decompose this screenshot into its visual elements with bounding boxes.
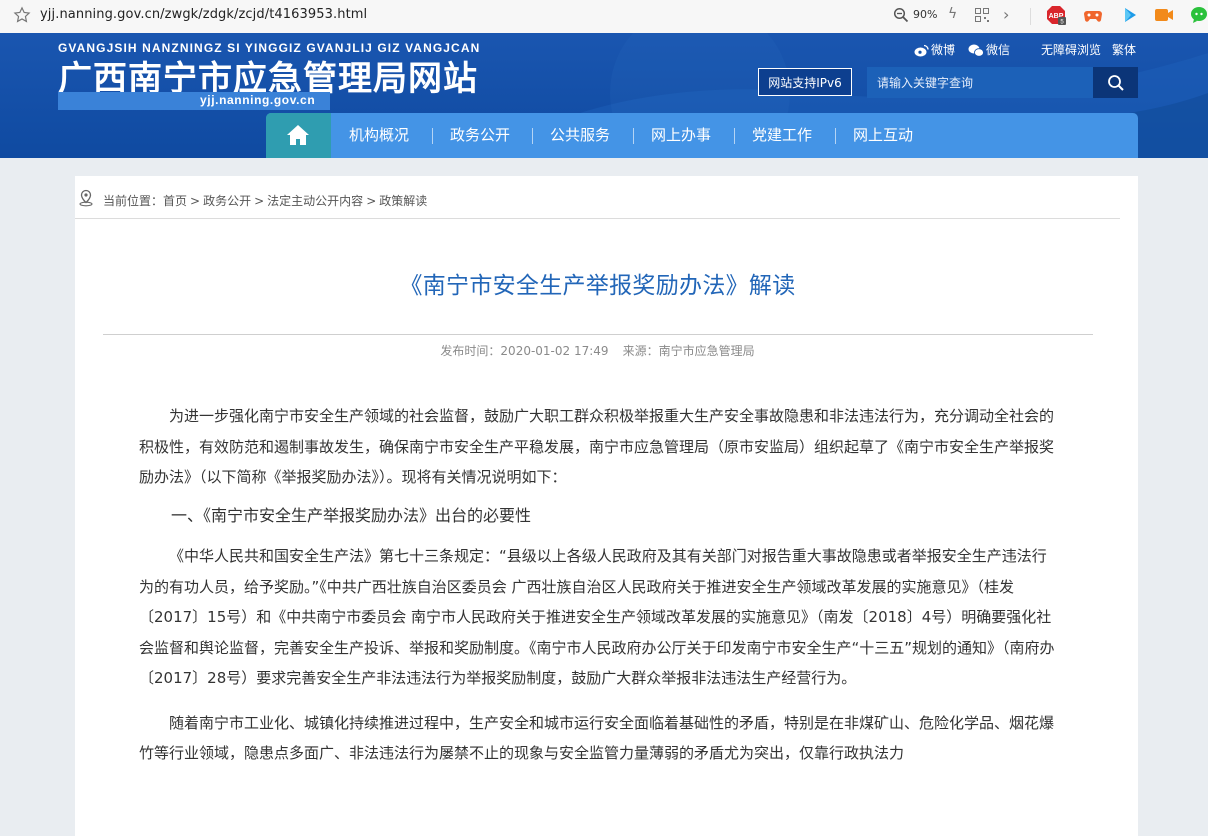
- location-pin-icon: [79, 189, 93, 207]
- browser-toolbar: yjj.nanning.gov.cn/zwgk/zdgk/zcjd/t41639…: [0, 0, 1208, 34]
- article-panel: 当前位置：首页 > 政务公开 > 法定主动公开内容 > 政策解读 《南宁市安全生产举报奖励办…: [75, 176, 1138, 836]
- ipv6-badge[interactable]: 网站支持IPv6: [758, 68, 852, 96]
- wechat-extension-icon[interactable]: [1190, 5, 1208, 25]
- game-extension-icon[interactable]: [1083, 5, 1103, 25]
- next-icon[interactable]: ›: [1003, 5, 1009, 24]
- zoom-level[interactable]: 90%: [913, 8, 937, 21]
- breadcrumb-home[interactable]: 首页: [163, 194, 187, 208]
- nav-divider: [734, 128, 735, 144]
- nav-divider: [633, 128, 634, 144]
- article-title: 《南宁市安全生产举报奖励办法》解读: [399, 273, 796, 299]
- nav-divider: [532, 128, 533, 144]
- nav-item-party-building[interactable]: 党建工作: [752, 113, 812, 158]
- site-domain: yjj.nanning.gov.cn: [200, 93, 316, 107]
- nav-divider: [835, 128, 836, 144]
- breadcrumb-label: 当前位置：: [103, 194, 164, 208]
- search-input[interactable]: [867, 67, 1093, 98]
- paragraph: 《中华人民共和国安全生产法》第七十三条规定：“县级以上各级人民政府及其有关部门对…: [139, 547, 1055, 687]
- search-icon: [1107, 74, 1124, 91]
- toolbar-divider: [1030, 8, 1031, 25]
- nav-item-interaction[interactable]: 网上互动: [853, 113, 913, 158]
- weixin-label: 微信: [986, 43, 1011, 57]
- address-bar-url[interactable]: yjj.nanning.gov.cn/zwgk/zdgk/zcjd/t41639…: [40, 7, 367, 22]
- breadcrumb-separator: >: [254, 194, 265, 208]
- nav-item-online-service[interactable]: 网上办事: [651, 113, 711, 158]
- weibo-label: 微博: [931, 43, 956, 57]
- breadcrumb-policy-reading[interactable]: 政策解读: [379, 194, 427, 208]
- breadcrumb-public-content[interactable]: 法定主动公开内容: [267, 194, 363, 208]
- weibo-icon: [914, 44, 929, 57]
- nav-divider: [432, 128, 433, 144]
- title-divider: [103, 334, 1093, 335]
- accessibility-link[interactable]: 无障碍浏览: [1041, 41, 1101, 58]
- bolt-icon[interactable]: ϟ: [948, 6, 957, 22]
- home-icon: [287, 125, 309, 145]
- article-meta: 发布时间：2020-01-02 17:49 来源：南宁市应急管理局: [75, 342, 1120, 359]
- nav-item-gov-affairs[interactable]: 政务公开: [450, 113, 510, 158]
- weixin-link[interactable]: 微信: [968, 41, 1010, 58]
- breadcrumb-row: 当前位置：首页 > 政务公开 > 法定主动公开内容 > 政策解读: [75, 176, 1120, 219]
- wechat-icon: [968, 44, 984, 57]
- nav-home[interactable]: [266, 113, 331, 158]
- breadcrumb: 当前位置：首页 > 政务公开 > 法定主动公开内容 > 政策解读: [103, 192, 427, 209]
- weibo-link[interactable]: 微博: [914, 41, 955, 58]
- search-button[interactable]: [1093, 67, 1138, 98]
- article-body: 为进一步强化南宁市安全生产领域的社会监督，鼓励广大职工群众积极举报重大生产安全事…: [139, 401, 1059, 769]
- paragraph: 随着南宁市工业化、城镇化持续推进过程中，生产安全和城市运行安全面临着基础性的矛盾…: [139, 713, 1055, 763]
- site-header: GVANGJSIH NANZNINGZ SI YINGGIZ GVANJLIJ …: [0, 33, 1208, 158]
- nav-item-public-service[interactable]: 公共服务: [550, 113, 610, 158]
- star-icon[interactable]: [13, 6, 31, 24]
- traditional-chinese-link[interactable]: 繁体: [1112, 41, 1136, 58]
- nav-item-org[interactable]: 机构概况: [349, 113, 409, 158]
- video-extension-icon[interactable]: [1154, 5, 1174, 25]
- publish-time: 发布时间：2020-01-02 17:49: [440, 344, 609, 358]
- play-extension-icon[interactable]: [1120, 5, 1140, 25]
- breadcrumb-separator: >: [190, 194, 201, 208]
- main-nav: 机构概况 政务公开 公共服务 网上办事 党建工作 网上互动: [266, 113, 1138, 158]
- breadcrumb-gov-affairs[interactable]: 政务公开: [203, 194, 251, 208]
- abp-extension-icon[interactable]: ABP 5: [1046, 5, 1066, 25]
- paragraph: 为进一步强化南宁市安全生产领域的社会监督，鼓励广大职工群众积极举报重大生产安全事…: [139, 407, 1055, 486]
- qr-code-icon[interactable]: [975, 8, 989, 22]
- article-source: 来源：南宁市应急管理局: [622, 344, 755, 358]
- zoom-icon[interactable]: [893, 7, 909, 23]
- section-heading: 一、《南宁市安全生产举报奖励办法》出台的必要性: [171, 505, 532, 525]
- breadcrumb-separator: >: [366, 194, 377, 208]
